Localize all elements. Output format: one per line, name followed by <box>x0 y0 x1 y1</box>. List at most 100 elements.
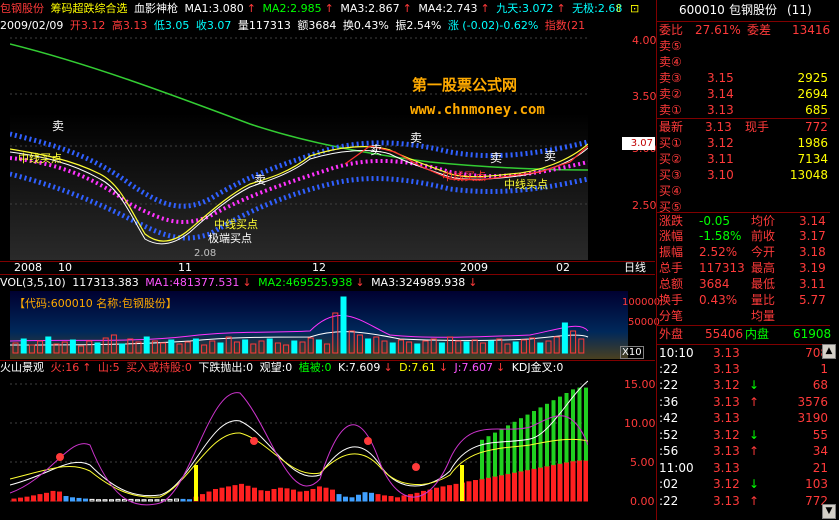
volcano-bar <box>330 489 335 502</box>
volcano-indicator-chart[interactable] <box>9 375 595 515</box>
tick-arrow: ↓ <box>749 477 760 491</box>
stat-label: 换手 <box>659 293 684 307</box>
volume-chart[interactable]: 【代码:600010 名称:包钢股份】 <box>9 291 628 359</box>
vol-label[interactable]: VOL(3,5,10) <box>0 276 66 289</box>
volcano-bar <box>395 497 400 502</box>
volume-bar <box>250 343 257 354</box>
volcano-bar <box>18 497 23 502</box>
plant-bar <box>571 389 575 462</box>
bar-change: 涨 (-0.02)-0.62% <box>447 19 539 32</box>
indicator-label[interactable]: 火山景观 <box>0 361 44 374</box>
waipan-value: 55406 <box>705 327 744 341</box>
tick-row: :22 3.13 1 <box>657 361 830 378</box>
volume-bar <box>561 322 568 354</box>
volume-bar <box>324 343 331 354</box>
volcano-bar <box>37 494 43 502</box>
volume-bar <box>315 339 322 354</box>
volume-bar <box>356 334 363 354</box>
buy-order-row[interactable]: 买① 3.12 1986 <box>657 135 830 152</box>
volcano-bar <box>323 487 329 502</box>
neipan-value: 61908 <box>793 327 832 341</box>
volcano-bar <box>369 492 374 502</box>
tick-volume: 34 <box>812 444 828 458</box>
stock-name[interactable]: 包钢股份 <box>0 2 44 15</box>
buy-order-row[interactable]: 买② 3.11 7134 <box>657 151 830 168</box>
volcano-bar <box>154 499 160 502</box>
volcano-bar <box>310 488 316 502</box>
buy-volume: 7134 <box>797 152 828 166</box>
scroll-down-icon[interactable]: ▼ <box>822 504 836 519</box>
stat-value: 3.17 <box>799 229 826 243</box>
volcano-bar <box>362 492 368 502</box>
sell-order-row[interactable]: 卖⑤ <box>657 38 830 55</box>
tick-price: 3.12 <box>713 378 740 392</box>
volcano-bar <box>76 497 82 502</box>
bar-low: 低3.05 <box>153 19 190 32</box>
volume-bar <box>242 339 249 354</box>
sell-signal: 卖 <box>490 151 502 165</box>
price-chart[interactable]: 第一股票公式网 www.chnmoney.com 卖 卖 卖 卖 卖 卖 中线买… <box>9 34 589 260</box>
lock-icon[interactable]: ⇧ <box>614 2 626 16</box>
volcano-bar <box>557 463 563 502</box>
indicator-name[interactable]: 筹码超跌综合选 <box>51 2 128 15</box>
volcano-bar <box>278 487 283 502</box>
sell-order-row[interactable]: 卖④ <box>657 54 830 71</box>
kdj-cross-value: KDJ金叉:0 <box>511 361 564 374</box>
mid-buy-signal: 中线买点 <box>18 151 62 165</box>
plant-bar <box>538 407 543 468</box>
sell-order-row[interactable]: 卖② 3.14 2694 <box>657 86 830 103</box>
signal-bar <box>460 465 464 501</box>
scroll-up-icon[interactable]: ▲ <box>822 344 836 359</box>
volcano-bar <box>167 498 173 502</box>
price-tick: 4.00 <box>632 34 657 47</box>
tick-time: :56 <box>659 444 679 458</box>
stat-value: -1.58% <box>699 229 742 243</box>
sell-order-row[interactable]: 卖③ 3.15 2925 <box>657 70 830 87</box>
volcano-axis: 15.00 10.00 5.00 0.00 <box>588 375 656 515</box>
tick-time: :52 <box>659 427 679 442</box>
buy-value: 买入或持股:0 <box>126 361 192 374</box>
panel-pages[interactable]: (11) <box>787 2 812 19</box>
expand-icon[interactable]: ⊡ <box>630 2 642 16</box>
up-arrow-icon: ↑ <box>82 361 92 374</box>
stat-value: 3684 <box>699 277 730 291</box>
volume-bar <box>28 344 35 354</box>
buy-price: 3.11 <box>707 152 734 166</box>
weicha-label: 委差 <box>747 23 772 37</box>
sell-volume: 2694 <box>797 87 828 101</box>
period-label[interactable]: 日线 <box>624 262 646 274</box>
signal-bar <box>194 465 198 501</box>
weibi-label: 委比 <box>659 23 684 37</box>
volume-bar <box>291 340 298 354</box>
plant-bar <box>545 403 549 467</box>
date-axis: 2008 10 11 12 2009 02 日线 <box>0 261 655 275</box>
volcano-bar <box>239 483 244 502</box>
tick-volume: 3576 <box>797 394 828 409</box>
stat-row: 涨跌 -0.05 均价 3.14 <box>657 212 830 229</box>
sell-order-row[interactable]: 卖① 3.13 685 <box>657 102 830 119</box>
tick-row: 11:00 3.13 21 <box>657 460 830 477</box>
volcano-bar <box>408 494 413 502</box>
bar-volume: 量117313 <box>237 19 291 32</box>
volcano-bar <box>473 480 478 502</box>
volcano-bar <box>336 494 342 502</box>
mid-buy-signal: 中线买点 <box>504 177 548 191</box>
buy-order-row[interactable]: 买④ <box>657 183 830 200</box>
buy-order-row[interactable]: 买③ 3.10 13048 <box>657 167 830 184</box>
volcano-bar <box>349 497 355 502</box>
buy-volume: 13048 <box>789 168 828 182</box>
huo-value: 火:16 <box>50 361 80 374</box>
volcano-bar <box>544 465 550 502</box>
vol-value: 117313.383 <box>72 276 139 289</box>
stat-value: 117313 <box>699 261 745 275</box>
volume-bar <box>143 336 150 354</box>
stat-value: 5.77 <box>799 293 826 307</box>
volcano-bar <box>284 488 290 502</box>
volume-bar <box>463 341 470 354</box>
neipan-label: 内盘 <box>745 327 770 341</box>
volume-bar <box>53 343 60 354</box>
volume-bar <box>127 338 134 354</box>
volcano-bar <box>226 486 231 502</box>
indicator2-name[interactable]: 血影神枪 <box>134 2 178 15</box>
volcano-bar <box>375 494 381 502</box>
